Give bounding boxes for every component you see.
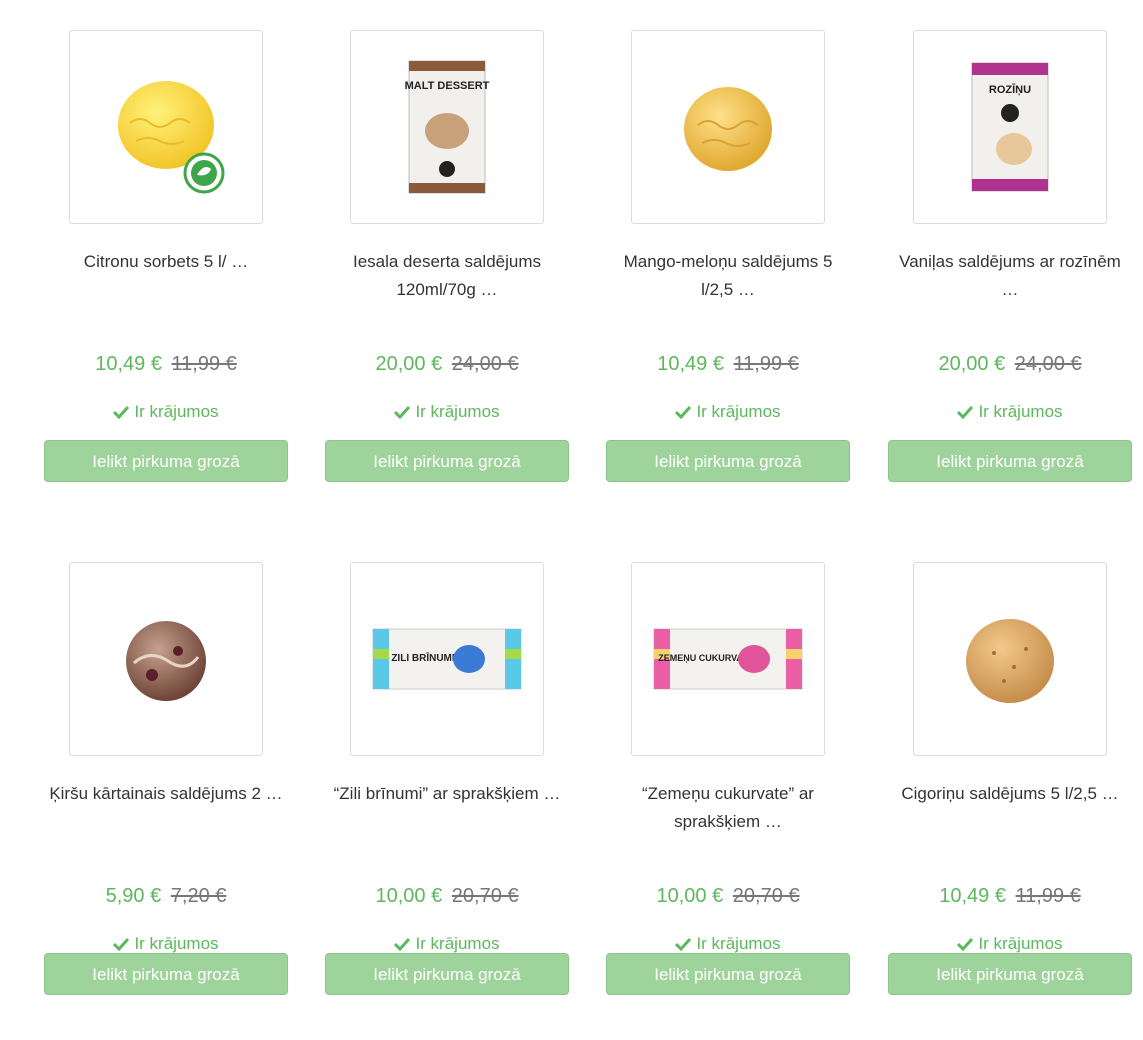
add-to-cart-button[interactable]: Ielikt pirkuma grozā — [325, 440, 569, 482]
check-icon — [113, 937, 130, 951]
product-title[interactable]: Vaniļas saldējums ar rozīnēm … — [892, 248, 1128, 304]
stock-status: Ir krājumos — [606, 400, 850, 424]
product-title[interactable]: Citronu sorbets 5 l/ … — [48, 248, 284, 304]
add-to-cart-button[interactable]: Ielikt pirkuma grozā — [888, 440, 1132, 482]
check-icon — [394, 405, 411, 419]
add-to-cart-button[interactable]: Ielikt pirkuma grozā — [606, 440, 850, 482]
current-price: 20,00 € — [938, 353, 1006, 375]
product-price: 5,90 € 7,20 € — [44, 882, 288, 910]
current-price: 5,90 € — [105, 885, 162, 907]
product-card: ZILI BRĪNUMI “Zili brīnumi” ar sprakšķie… — [325, 532, 569, 1032]
package-text: ROZĪŅU — [989, 84, 1031, 96]
raisin-package-icon: ROZĪŅU — [971, 62, 1049, 192]
current-price: 10,49 € — [939, 885, 1006, 907]
check-icon — [957, 937, 974, 951]
product-card: ROZĪŅU Vaniļas saldējums ar rozīnēm … 20… — [888, 0, 1132, 500]
zemenu-cukurvate-wrapper-icon: ZEMEŅU CUKURVATE — [653, 628, 803, 690]
product-price: 10,49 € 11,99 € — [44, 350, 288, 378]
cherry-scoop-icon — [126, 621, 206, 701]
product-price: 20,00 € 24,00 € — [325, 350, 569, 378]
product-grid: Citronu sorbets 5 l/ … 10,49 € 11,99 € I… — [0, 0, 1143, 1040]
product-card: MALT DESSERT Iesala deserta saldējums 12… — [325, 0, 569, 500]
package-text: MALT DESSERT — [405, 80, 490, 92]
stock-label: Ir krājumos — [415, 934, 500, 953]
product-image[interactable] — [631, 30, 825, 224]
stock-label: Ir krājumos — [696, 934, 781, 953]
check-icon — [675, 405, 692, 419]
add-to-cart-button[interactable]: Ielikt pirkuma grozā — [44, 953, 288, 995]
product-title[interactable]: Iesala deserta saldējums 120ml/70g … — [329, 248, 565, 304]
malt-dessert-package-icon: MALT DESSERT — [405, 60, 490, 194]
stock-label: Ir krājumos — [134, 934, 219, 953]
lemon-sorbet-scoop-icon — [118, 81, 225, 194]
product-price: 10,00 € 20,70 € — [606, 882, 850, 910]
product-price: 10,49 € 11,99 € — [606, 350, 850, 378]
check-icon — [113, 405, 130, 419]
stock-status: Ir krājumos — [44, 400, 288, 424]
product-image[interactable] — [69, 30, 263, 224]
old-price: 7,20 € — [170, 885, 227, 907]
product-image[interactable]: ZILI BRĪNUMI — [350, 562, 544, 756]
product-price: 10,49 € 11,99 € — [888, 882, 1132, 910]
chicory-scoop-icon — [966, 619, 1054, 703]
stock-label: Ir krājumos — [696, 402, 781, 421]
current-price: 20,00 € — [375, 353, 443, 375]
product-image[interactable]: MALT DESSERT — [350, 30, 544, 224]
current-price: 10,49 € — [95, 353, 162, 375]
check-icon — [957, 405, 974, 419]
product-title[interactable]: “Zemeņu cukurvate” ar sprakšķiem … — [610, 780, 846, 836]
add-to-cart-button[interactable]: Ielikt pirkuma grozā — [888, 953, 1132, 995]
add-to-cart-button[interactable]: Ielikt pirkuma grozā — [325, 953, 569, 995]
product-title[interactable]: Mango-meloņu saldējums 5 l/2,5 … — [610, 248, 846, 304]
stock-status: Ir krājumos — [888, 400, 1132, 424]
check-icon — [394, 937, 411, 951]
product-card: Ķiršu kārtainais saldējums 2 … 5,90 € 7,… — [44, 532, 288, 1032]
product-card: Cigoriņu saldējums 5 l/2,5 … 10,49 € 11,… — [888, 532, 1132, 1032]
product-image[interactable]: ZEMEŅU CUKURVATE — [631, 562, 825, 756]
add-to-cart-button[interactable]: Ielikt pirkuma grozā — [44, 440, 288, 482]
stock-label: Ir krājumos — [415, 402, 500, 421]
product-title[interactable]: Ķiršu kārtainais saldējums 2 … — [48, 780, 284, 836]
product-image[interactable]: ROZĪŅU — [913, 30, 1107, 224]
stock-label: Ir krājumos — [978, 934, 1063, 953]
product-image[interactable] — [913, 562, 1107, 756]
product-image[interactable] — [69, 562, 263, 756]
mango-scoop-icon — [684, 87, 772, 171]
current-price: 10,00 € — [656, 885, 724, 907]
product-card: Mango-meloņu saldējums 5 l/2,5 … 10,49 €… — [606, 0, 850, 500]
product-card: Citronu sorbets 5 l/ … 10,49 € 11,99 € I… — [44, 0, 288, 500]
old-price: 11,99 € — [171, 353, 237, 375]
current-price: 10,49 € — [657, 353, 724, 375]
old-price: 20,70 € — [451, 885, 519, 907]
stock-label: Ir krājumos — [978, 402, 1063, 421]
old-price: 24,00 € — [451, 353, 519, 375]
current-price: 10,00 € — [375, 885, 443, 907]
product-price: 20,00 € 24,00 € — [888, 350, 1132, 378]
product-title[interactable]: “Zili brīnumi” ar sprakšķiem … — [329, 780, 565, 836]
old-price: 24,00 € — [1014, 353, 1082, 375]
check-icon — [675, 937, 692, 951]
package-text: ZILI BRĪNUMI — [391, 652, 455, 664]
product-price: 10,00 € 20,70 € — [325, 882, 569, 910]
zili-brinumi-wrapper-icon: ZILI BRĪNUMI — [372, 628, 522, 690]
add-to-cart-button[interactable]: Ielikt pirkuma grozā — [606, 953, 850, 995]
product-card: ZEMEŅU CUKURVATE “Zemeņu cukurvate” ar s… — [606, 532, 850, 1032]
stock-status: Ir krājumos — [325, 400, 569, 424]
old-price: 20,70 € — [732, 885, 800, 907]
product-title[interactable]: Cigoriņu saldējums 5 l/2,5 … — [892, 780, 1128, 836]
old-price: 11,99 € — [1015, 885, 1081, 907]
stock-label: Ir krājumos — [134, 402, 219, 421]
old-price: 11,99 € — [733, 353, 799, 375]
